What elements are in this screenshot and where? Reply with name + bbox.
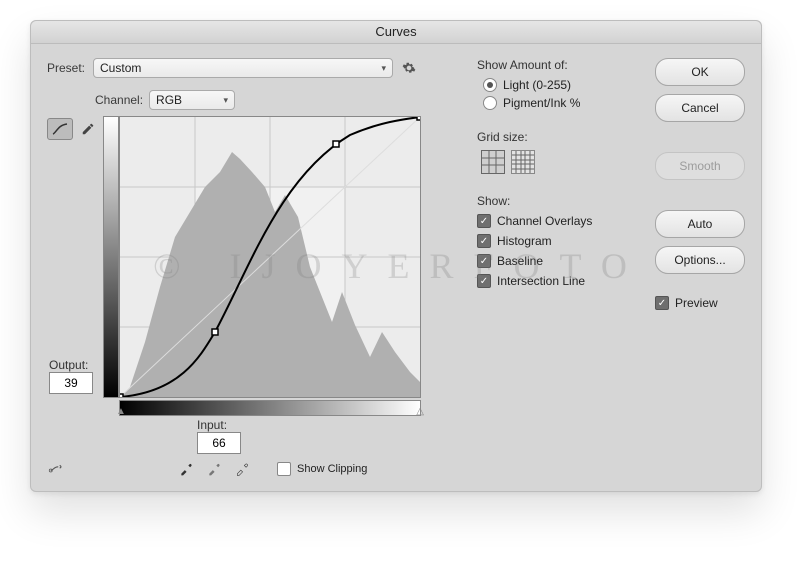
input-section: Input: (197, 418, 241, 454)
channel-row: Channel: RGB ▾ (95, 90, 745, 110)
curve-graph[interactable] (119, 116, 421, 398)
check-histogram[interactable]: ✓Histogram (477, 234, 637, 248)
output-label: Output: (49, 358, 93, 372)
radio-pigment[interactable]: Pigment/Ink % (483, 96, 637, 110)
curve-tool-button[interactable] (47, 118, 73, 140)
preview-checkbox[interactable]: ✓ Preview (655, 296, 718, 310)
output-input[interactable] (49, 372, 93, 394)
vertical-gradient-bar (103, 116, 119, 398)
input-input[interactable] (197, 432, 241, 454)
left-arrow-icon[interactable]: ▲ (116, 406, 126, 417)
checkbox-icon: ✓ (477, 274, 491, 288)
horizontal-gradient-bar: ▲ △ (119, 400, 421, 416)
preset-select[interactable]: Custom ▾ (93, 58, 393, 78)
checkbox-icon: ✓ (477, 234, 491, 248)
show-label: Show: (477, 194, 637, 208)
check-baseline[interactable]: ✓Baseline (477, 254, 637, 268)
right-arrow-icon[interactable]: △ (416, 406, 424, 417)
preset-value: Custom (100, 61, 141, 75)
preset-row: Preset: Custom ▾ (47, 58, 745, 78)
pencil-icon (81, 122, 95, 136)
radio-light[interactable]: Light (0-255) (483, 78, 637, 92)
curves-dialog: Curves Preset: Custom ▾ Channel: RGB ▾ (30, 20, 762, 492)
channel-select[interactable]: RGB ▾ (149, 90, 235, 110)
chevron-down-icon: ▾ (381, 63, 386, 74)
show-clipping-checkbox[interactable]: Show Clipping (277, 462, 367, 476)
target-adjust-icon[interactable] (47, 460, 65, 478)
channel-value: RGB (156, 93, 182, 107)
eyedropper-black-icon[interactable] (177, 460, 195, 478)
sampler-row: Show Clipping (47, 460, 367, 478)
grid-size-label: Grid size: (477, 130, 637, 144)
chevron-down-icon: ▾ (224, 95, 229, 106)
show-clipping-label: Show Clipping (297, 463, 367, 475)
dialog-content: Preset: Custom ▾ Channel: RGB ▾ (31, 44, 761, 492)
radio-light-label: Light (0-255) (503, 78, 571, 92)
channel-label: Channel: (95, 93, 143, 107)
smooth-button[interactable]: Smooth (655, 152, 745, 180)
curve-area: ▲ △ Output: Input: (119, 116, 419, 416)
show-section: Show: ✓Channel Overlays ✓Histogram ✓Base… (477, 194, 637, 288)
checkbox-icon: ✓ (655, 296, 669, 310)
checkbox-icon: ✓ (477, 214, 491, 228)
checkbox-icon: ✓ (477, 254, 491, 268)
radio-pigment-label: Pigment/Ink % (503, 96, 580, 110)
show-amount-label: Show Amount of: (477, 58, 637, 72)
button-column: OK Cancel Smooth Auto Options... ✓ Previ… (655, 58, 745, 310)
preview-label: Preview (675, 296, 718, 310)
check-channel-overlays[interactable]: ✓Channel Overlays (477, 214, 637, 228)
cancel-button[interactable]: Cancel (655, 94, 745, 122)
gear-icon[interactable] (401, 60, 417, 76)
radio-icon (483, 96, 497, 110)
auto-button[interactable]: Auto (655, 210, 745, 238)
input-label: Input: (197, 418, 241, 432)
preset-label: Preset: (47, 61, 85, 75)
curve-icon (52, 123, 68, 135)
ok-button[interactable]: OK (655, 58, 745, 86)
output-section: Output: (49, 358, 93, 394)
right-panel: Show Amount of: Light (0-255) Pigment/In… (477, 58, 637, 294)
checkbox-icon (277, 462, 291, 476)
grid-small-button[interactable] (481, 150, 505, 174)
pencil-tool-button[interactable] (79, 119, 97, 139)
dialog-title: Curves (31, 21, 761, 44)
eyedropper-gray-icon[interactable] (205, 460, 223, 478)
grid-large-button[interactable] (511, 150, 535, 174)
check-intersection-line[interactable]: ✓Intersection Line (477, 274, 637, 288)
radio-icon (483, 78, 497, 92)
eyedropper-white-icon[interactable] (233, 460, 251, 478)
options-button[interactable]: Options... (655, 246, 745, 274)
